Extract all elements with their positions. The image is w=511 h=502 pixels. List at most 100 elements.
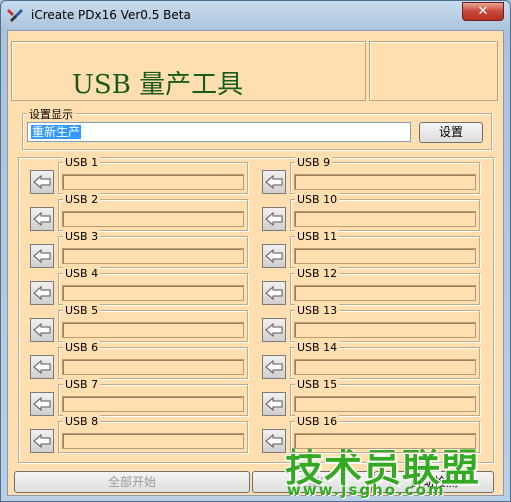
usb-port-status-field: [62, 174, 244, 190]
arrow-left-icon: [33, 322, 51, 338]
usb-port-row: USB 10: [262, 193, 482, 232]
arrow-left-icon: [265, 248, 283, 264]
logo-panel: USB 量产工具: [11, 41, 366, 101]
usb-port-status-field: [62, 359, 244, 375]
usb-port-label: USB 12: [295, 267, 340, 280]
usb-port-row: USB 15: [262, 378, 482, 417]
usb-port-row: USB 5: [30, 304, 250, 343]
usb-port-label: USB 15: [295, 378, 340, 391]
usb-port-action-button[interactable]: [30, 355, 54, 379]
usb-port-label: USB 2: [63, 193, 101, 206]
arrow-left-icon: [265, 174, 283, 190]
usb-port-label: USB 6: [63, 341, 101, 354]
usb-port-box: USB 1: [58, 156, 248, 194]
usb-port-action-button[interactable]: [30, 392, 54, 416]
usb-port-status-field: [294, 285, 476, 301]
usb-port-box: USB 4: [58, 267, 248, 305]
usb-port-row: USB 9: [262, 156, 482, 195]
usb-port-label: USB 7: [63, 378, 101, 391]
usb-port-status-field: [294, 174, 476, 190]
usb-port-label: USB 14: [295, 341, 340, 354]
usb-port-action-button[interactable]: [30, 244, 54, 268]
usb-port-status-field: [62, 211, 244, 227]
arrow-left-icon: [33, 174, 51, 190]
usb-port-status-field: [62, 248, 244, 264]
usb-port-box: USB 11: [290, 230, 480, 268]
usb-port-status-field: [294, 211, 476, 227]
arrow-left-icon: [265, 359, 283, 375]
usb-port-label: USB 9: [295, 156, 333, 169]
settings-button[interactable]: 设置: [419, 122, 483, 143]
usb-port-box: USB 6: [58, 341, 248, 379]
usb-port-status-field: [62, 285, 244, 301]
usb-port-row: USB 3: [30, 230, 250, 269]
usb-port-row: USB 11: [262, 230, 482, 269]
logo-side-panel: [369, 41, 498, 101]
window-title: iCreate PDx16 Ver0.5 Beta: [31, 8, 191, 22]
usb-port-label: USB 1: [63, 156, 101, 169]
usb-port-row: USB 1: [30, 156, 250, 195]
usb-port-box: USB 3: [58, 230, 248, 268]
usb-port-row: USB 6: [30, 341, 250, 380]
arrow-left-icon: [265, 322, 283, 338]
arrow-left-icon: [265, 211, 283, 227]
usb-port-label: USB 10: [295, 193, 340, 206]
usb-port-box: USB 16: [290, 415, 480, 453]
usb-port-action-button[interactable]: [30, 281, 54, 305]
usb-port-box: USB 14: [290, 341, 480, 379]
arrow-left-icon: [265, 396, 283, 412]
usb-port-action-button[interactable]: [262, 170, 286, 194]
usb-port-action-button[interactable]: [262, 281, 286, 305]
usb-port-label: USB 3: [63, 230, 101, 243]
usb-port-row: USB 12: [262, 267, 482, 306]
usb-port-action-button[interactable]: [30, 207, 54, 231]
usb-port-status-field: [62, 433, 244, 449]
usb-port-action-button[interactable]: [30, 318, 54, 342]
usb-port-label: USB 11: [295, 230, 340, 243]
usb-port-status-field: [62, 396, 244, 412]
usb-port-action-button[interactable]: [262, 244, 286, 268]
usb-port-box: USB 12: [290, 267, 480, 305]
usb-port-row: USB 14: [262, 341, 482, 380]
usb-port-status-field: [294, 396, 476, 412]
usb-port-row: USB 13: [262, 304, 482, 343]
usb-port-box: USB 15: [290, 378, 480, 416]
arrow-left-icon: [265, 433, 283, 449]
usb-port-action-button[interactable]: [262, 355, 286, 379]
usb-port-status-field: [62, 322, 244, 338]
arrow-left-icon: [33, 285, 51, 301]
usb-port-row: USB 8: [30, 415, 250, 454]
settings-group-label: 设置显示: [27, 106, 75, 122]
usb-port-action-button[interactable]: [262, 207, 286, 231]
usb-port-box: USB 10: [290, 193, 480, 231]
usb-port-action-button[interactable]: [30, 170, 54, 194]
usb-port-status-field: [294, 359, 476, 375]
arrow-left-icon: [265, 285, 283, 301]
usb-port-box: USB 13: [290, 304, 480, 342]
arrow-left-icon: [33, 433, 51, 449]
tools-icon: [7, 7, 23, 23]
usb-port-status-field: [294, 248, 476, 264]
usb-port-action-button[interactable]: [30, 429, 54, 453]
arrow-left-icon: [33, 211, 51, 227]
start-all-button[interactable]: 全部开始: [14, 471, 250, 493]
usb-port-action-button[interactable]: [262, 392, 286, 416]
usb-port-action-button[interactable]: [262, 429, 286, 453]
usb-port-label: USB 16: [295, 415, 340, 428]
usb-port-label: USB 13: [295, 304, 340, 317]
logo-text: USB 量产工具: [72, 70, 244, 100]
arrow-left-icon: [33, 396, 51, 412]
usb-port-box: USB 9: [290, 156, 480, 194]
usb-port-box: USB 2: [58, 193, 248, 231]
close-icon: ✕: [477, 4, 489, 19]
close-button[interactable]: ✕: [462, 2, 504, 21]
app-window: iCreate PDx16 Ver0.5 Beta ✕ USB 量产工具 设置显…: [0, 0, 511, 502]
usb-port-label: USB 8: [63, 415, 101, 428]
settings-button-label: 设置: [438, 125, 463, 139]
usb-port-row: USB 2: [30, 193, 250, 232]
usb-port-label: USB 5: [63, 304, 101, 317]
usb-port-action-button[interactable]: [262, 318, 286, 342]
usb-port-status-field: [294, 322, 476, 338]
settings-display-input[interactable]: 重新生产: [27, 122, 411, 142]
title-bar[interactable]: iCreate PDx16 Ver0.5 Beta ✕: [1, 1, 510, 29]
